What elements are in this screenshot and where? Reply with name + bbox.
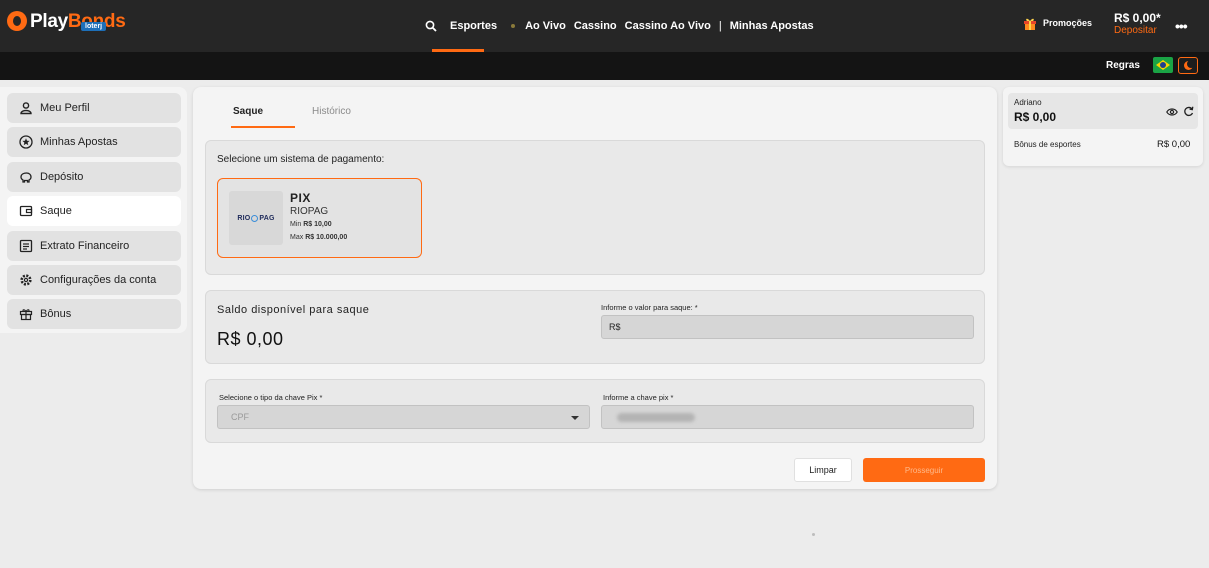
nav-cassino[interactable]: Cassino (574, 20, 617, 32)
available-balance-label: Saldo disponível para saque (217, 304, 370, 316)
sidebar-item-configuracoes[interactable]: Configurações da conta (7, 265, 181, 295)
pix-key-section: Selecione o tipo da chave Pix * CPF Info… (205, 379, 985, 443)
pix-key-label: Informe a chave pix * (603, 393, 674, 402)
wallet-summary: Adriano R$ 0,00 Bônus de esportes R$ 0,0… (1003, 87, 1203, 166)
wallet-icon (19, 205, 33, 217)
piggy-bank-icon (20, 172, 32, 183)
logo-mark-icon (7, 11, 27, 31)
sports-bonus-value: R$ 0,00 (1157, 139, 1191, 150)
amount-input[interactable]: R$ (601, 315, 974, 339)
active-tab-underline (231, 126, 295, 128)
payment-max-limit: Max R$ 10.000,00 (290, 234, 348, 241)
pix-key-input[interactable] (601, 405, 974, 429)
tab-saque[interactable]: Saque (233, 106, 263, 117)
payment-provider: RIOPAG (290, 206, 329, 217)
sidebar-item-bonus[interactable]: Bônus (7, 299, 181, 329)
sidebar-item-label: Bônus (40, 308, 72, 320)
promotions-button[interactable]: Promoções (1023, 16, 1092, 30)
sidebar-item-meu-perfil[interactable]: Meu Perfil (7, 93, 181, 123)
user-icon (20, 102, 32, 115)
account-sidebar: Meu Perfil Minhas Apostas Depósito Saque… (0, 87, 187, 333)
amount-field-label: Informe o valor para saque: * (601, 303, 698, 312)
nav-esportes[interactable]: Esportes (450, 20, 497, 32)
live-indicator-icon (511, 24, 516, 28)
riopag-logo: RIO PAG (229, 191, 283, 245)
sidebar-item-minhas-apostas[interactable]: Minhas Apostas (7, 127, 181, 157)
payment-section-title: Selecione um sistema de pagamento: (217, 154, 385, 165)
main-nav: Esportes Ao Vivo Cassino Cassino Ao Vivo… (425, 0, 822, 52)
sports-bonus-label: Bônus de esportes (1014, 140, 1081, 149)
playbonds-logo[interactable]: PlayBonds (7, 11, 126, 31)
pix-type-select[interactable]: CPF (217, 405, 590, 429)
proceed-button[interactable]: Prosseguir (863, 458, 985, 482)
sidebar-item-label: Saque (40, 205, 72, 217)
user-name: Adriano (1014, 98, 1042, 107)
search-icon[interactable] (425, 20, 437, 32)
nav-cassino-ao-vivo[interactable]: Cassino Ao Vivo (625, 20, 711, 32)
promotions-label: Promoções (1043, 18, 1093, 28)
sidebar-item-label: Configurações da conta (40, 274, 157, 286)
gift-icon (19, 309, 33, 321)
eye-icon[interactable] (1166, 107, 1178, 117)
secondary-bar (0, 52, 1209, 80)
sidebar-item-label: Depósito (40, 171, 84, 183)
withdraw-panel: Saque Histórico Selecione um sistema de … (193, 87, 997, 489)
gift-icon (1024, 18, 1036, 30)
amount-currency-prefix: R$ (609, 322, 621, 332)
sidebar-item-label: Minhas Apostas (40, 136, 118, 148)
brazil-flag-icon[interactable] (1153, 57, 1173, 73)
payment-method-name: PIX (290, 191, 311, 205)
nav-separator: | (718, 20, 722, 32)
statement-icon (19, 239, 33, 253)
payment-min-limit: Min R$ 10,00 (290, 221, 332, 228)
sidebar-item-label: Extrato Financeiro (40, 240, 130, 252)
deposit-link[interactable]: Depositar (1114, 25, 1157, 36)
gear-icon (20, 274, 32, 286)
redacted-pix-key (617, 413, 695, 422)
theme-toggle-button[interactable] (1178, 57, 1198, 74)
sidebar-item-label: Meu Perfil (40, 102, 90, 114)
logo-text: PlayBonds (30, 10, 126, 32)
pix-type-label: Selecione o tipo da chave Pix * (219, 393, 323, 402)
pix-type-value: CPF (231, 412, 249, 422)
loterj-badge: loterj (81, 22, 107, 31)
refresh-icon[interactable] (1183, 106, 1194, 117)
star-circle-icon (19, 135, 33, 149)
nav-ao-vivo[interactable]: Ao Vivo (525, 20, 566, 32)
nav-minhas-apostas[interactable]: Minhas Apostas (730, 20, 814, 32)
more-menu-icon[interactable]: ••• (1175, 18, 1188, 34)
sidebar-item-deposito[interactable]: Depósito (7, 162, 181, 192)
clear-button[interactable]: Limpar (794, 458, 852, 482)
sidebar-item-saque[interactable]: Saque (7, 196, 181, 226)
header-balance[interactable]: R$ 0,00* (1114, 12, 1161, 24)
wallet-balance-card: Adriano R$ 0,00 (1008, 93, 1198, 129)
moon-icon (1183, 60, 1195, 70)
chevron-down-icon (571, 416, 579, 420)
tab-historico[interactable]: Histórico (312, 106, 351, 117)
stray-dot (812, 533, 815, 536)
rules-link[interactable]: Regras (1106, 60, 1140, 71)
available-balance-value: R$ 0,00 (217, 329, 284, 349)
payment-method-card-pix[interactable]: RIO PAG PIX RIOPAG Min R$ 10,00 Max R$ 10… (217, 178, 422, 258)
sidebar-item-extrato-financeiro[interactable]: Extrato Financeiro (7, 231, 181, 261)
wallet-balance: R$ 0,00 (1014, 110, 1057, 124)
payment-system-section: Selecione um sistema de pagamento: RIO PA… (205, 140, 985, 275)
withdraw-amount-section: Saldo disponível para saque R$ 0,00 Info… (205, 290, 985, 364)
top-navigation-bar: PlayBonds loterj Esportes Ao Vivo Cassin… (0, 0, 1209, 52)
